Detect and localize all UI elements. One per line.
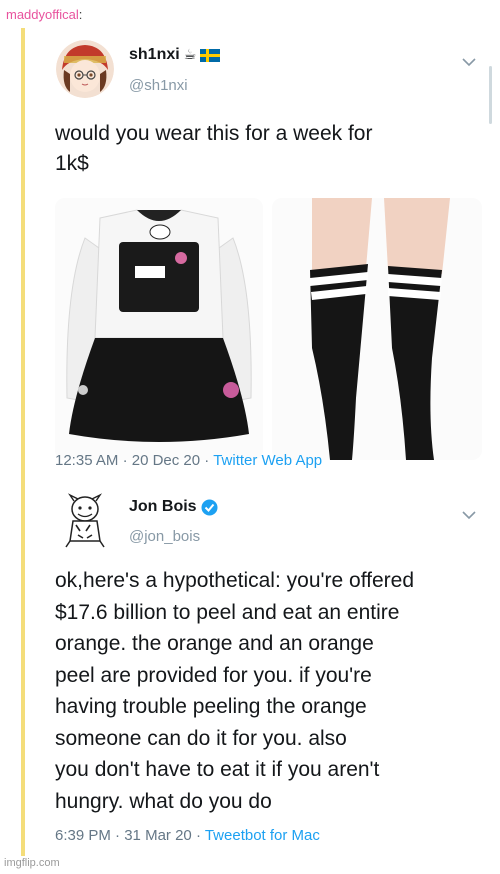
meta-separator: ·	[195, 827, 205, 844]
quote-bar	[21, 28, 25, 856]
tweet2-text-line: having trouble peeling the orange	[55, 695, 367, 718]
tweet1-meta: 12:35 AM · 20 Dec 20 · Twitter Web App	[55, 452, 322, 469]
coffee-icon: ☕	[183, 47, 197, 63]
tweet2-text: ok,here's a hypothetical: you're offered…	[55, 565, 414, 817]
tweet2-text-line: peel are provided for you. if you're	[55, 663, 372, 687]
tweet2-text-line: you don't have to eat it if you aren't	[55, 758, 380, 781]
tweet1-text: would you wear this for a week for 1k$	[55, 119, 372, 179]
tweet2-meta: 6:39 PM · 31 Mar 20 · Tweetbot for Mac	[55, 827, 320, 844]
tweet-card: sh1nxi ☕ @sh1nxi would you wear this for…	[36, 28, 496, 858]
tweet1-app-link[interactable]: Twitter Web App	[213, 452, 322, 469]
tweet1-handle[interactable]: @sh1nxi	[129, 77, 188, 94]
chevron-down-icon[interactable]	[462, 507, 476, 520]
tweet2-text-line: someone can do it for you. also	[55, 726, 347, 750]
tweet2-text-line: $17.6 billion to peel and eat an entire	[55, 600, 400, 624]
tweet2-app-link[interactable]: Tweetbot for Mac	[205, 827, 320, 844]
tweet1-date[interactable]: 20 Dec 20	[132, 452, 200, 469]
tweet2-text-line: ok,here's a hypothetical: you're offered	[55, 569, 415, 592]
meta-separator: ·	[122, 452, 132, 469]
tweet2-text-line: hungry. what do you do	[55, 789, 272, 813]
tweet1-time[interactable]: 12:35 AM	[55, 452, 118, 469]
tweet2-text-line: orange. the orange and an orange	[55, 632, 374, 655]
dress-image[interactable]	[55, 198, 263, 460]
tweet2-handle[interactable]: @jon_bois	[129, 528, 200, 545]
reblog-colon: :	[78, 7, 83, 22]
tweet1-text-line: 1k$	[55, 152, 89, 175]
imgflip-watermark: imgflip.com	[4, 857, 60, 869]
thigh-high-socks-image[interactable]	[272, 198, 482, 460]
tweet2-date[interactable]: 31 Mar 20	[124, 827, 192, 844]
reblog-username[interactable]: maddyoffical:	[6, 7, 82, 22]
reblog-username-text[interactable]: maddyoffical	[6, 7, 79, 22]
sweden-flag-icon	[200, 48, 221, 62]
tweet2-display-name[interactable]: Jon Bois	[129, 498, 218, 516]
avatar-sh1nxi[interactable]	[56, 40, 114, 98]
tweet1-name-text[interactable]: sh1nxi	[129, 46, 180, 64]
chevron-down-icon[interactable]	[462, 54, 476, 67]
tweet1-text-line: would you wear this for a week for	[55, 122, 373, 145]
verified-badge-icon	[201, 499, 218, 516]
scrollbar[interactable]	[489, 66, 492, 124]
tweet2-time[interactable]: 6:39 PM	[55, 827, 111, 844]
meta-separator: ·	[115, 827, 125, 844]
tweet1-display-name[interactable]: sh1nxi ☕	[129, 46, 221, 64]
tweet2-name-text[interactable]: Jon Bois	[129, 498, 197, 516]
avatar-jon-bois[interactable]	[56, 491, 114, 549]
meta-separator: ·	[204, 452, 214, 469]
